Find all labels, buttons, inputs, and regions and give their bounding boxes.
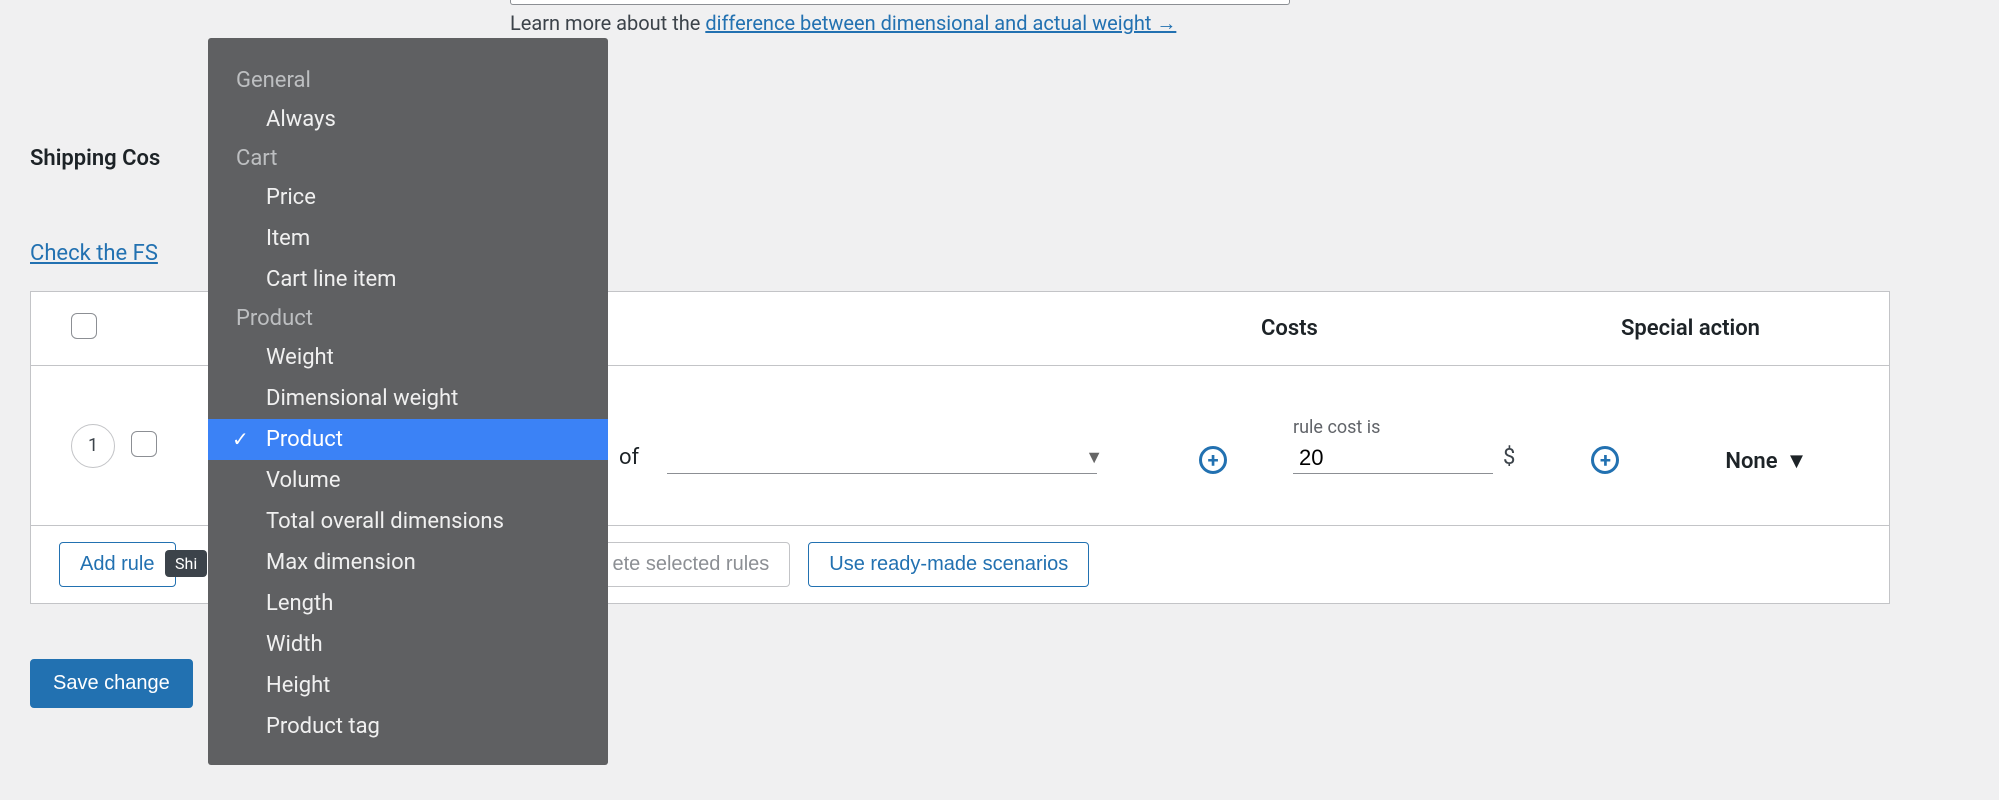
- dropdown-item[interactable]: Dimensional weight: [208, 378, 608, 419]
- dropdown-item[interactable]: Product tag: [208, 706, 608, 747]
- dropdown-item[interactable]: Max dimension: [208, 542, 608, 583]
- select-all-checkbox[interactable]: [71, 313, 97, 339]
- dropdown-item[interactable]: Item: [208, 218, 608, 259]
- dropdown-item[interactable]: Weight: [208, 337, 608, 378]
- weight-learn-more-link[interactable]: difference between dimensional and actua…: [705, 11, 1176, 35]
- dropdown-item[interactable]: Total overall dimensions: [208, 501, 608, 542]
- currency-label: $: [1503, 445, 1515, 470]
- header-special-action: Special action: [1621, 316, 1849, 341]
- dropdown-item[interactable]: Product: [208, 419, 608, 460]
- check-fs-link[interactable]: Check the FS: [30, 241, 158, 266]
- special-action-value: None: [1725, 449, 1777, 474]
- special-action-select[interactable]: None ▼: [1725, 448, 1807, 474]
- top-hint-prefix: Learn more about the: [510, 11, 705, 35]
- dropdown-item[interactable]: Width: [208, 624, 608, 665]
- row-drag-handle[interactable]: 1: [71, 424, 115, 468]
- header-costs: Costs: [1261, 316, 1621, 341]
- dropdown-group-label: General: [208, 62, 608, 99]
- top-input-box[interactable]: [510, 0, 1290, 5]
- cost-block: rule cost is $: [1293, 417, 1515, 474]
- dropdown-item[interactable]: Cart line item: [208, 259, 608, 300]
- tooltip-chip: Shi: [165, 550, 207, 577]
- dropdown-group-label: Product: [208, 300, 608, 337]
- add-cost-button[interactable]: +: [1591, 446, 1619, 474]
- chevron-down-icon: ▼: [1786, 448, 1808, 474]
- dropdown-group-label: Cart: [208, 140, 608, 177]
- add-condition-button[interactable]: +: [1199, 446, 1227, 474]
- dropdown-item[interactable]: Length: [208, 583, 608, 624]
- row-checkbox[interactable]: [131, 431, 157, 457]
- delete-selected-rules-button: ete selected rules: [592, 542, 791, 587]
- add-rule-button[interactable]: Add rule: [59, 542, 176, 587]
- dropdown-item[interactable]: Price: [208, 177, 608, 218]
- of-label: of: [619, 445, 639, 470]
- dropdown-item[interactable]: Volume: [208, 460, 608, 501]
- condition-type-dropdown[interactable]: GeneralAlwaysCartPriceItemCart line item…: [208, 38, 608, 765]
- use-ready-made-scenarios-button[interactable]: Use ready-made scenarios: [808, 542, 1089, 587]
- chevron-down-icon: ▼: [1085, 447, 1103, 468]
- cost-label: rule cost is: [1293, 417, 1515, 438]
- save-changes-button[interactable]: Save change: [30, 659, 193, 708]
- dropdown-item[interactable]: Height: [208, 665, 608, 706]
- top-field-area: Learn more about the difference between …: [510, 0, 1969, 36]
- condition-value-input[interactable]: [667, 442, 1097, 474]
- top-hint-text: Learn more about the difference between …: [510, 11, 1969, 36]
- cost-input[interactable]: [1293, 442, 1493, 474]
- dropdown-item[interactable]: Always: [208, 99, 608, 140]
